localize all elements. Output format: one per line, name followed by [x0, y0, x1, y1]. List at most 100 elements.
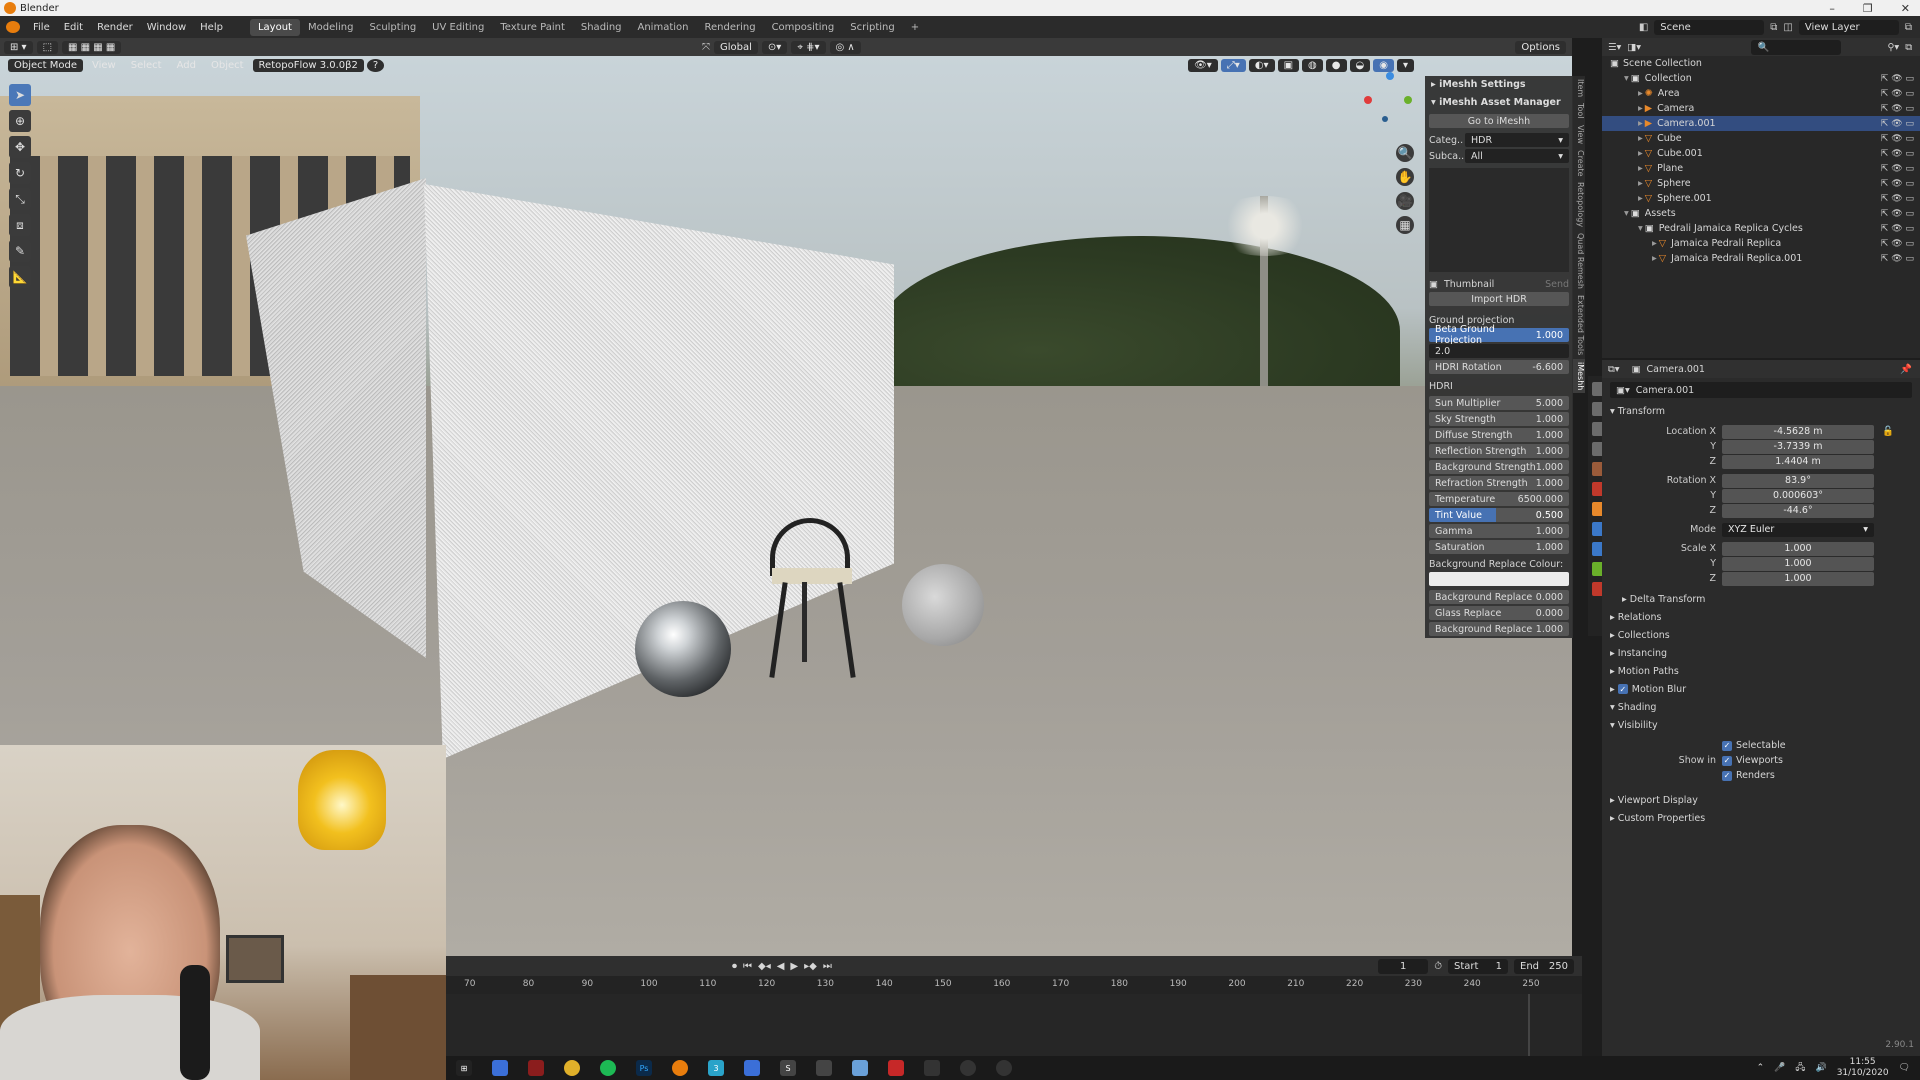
- shading-material-icon[interactable]: ◒: [1349, 58, 1371, 72]
- shading-solid-icon[interactable]: ●: [1325, 58, 1347, 72]
- outliner-row[interactable]: ▾ ▣ Pedrali Jamaica Replica Cycles ⇱ 👁 ▭: [1602, 221, 1920, 236]
- menu-render[interactable]: Render: [90, 22, 140, 33]
- app-icon-10[interactable]: [960, 1060, 976, 1076]
- expand-toggle-icon[interactable]: ▸: [1652, 238, 1657, 249]
- menu-help[interactable]: Help: [193, 22, 230, 33]
- tab-view[interactable]: View: [1573, 122, 1585, 147]
- visibility-toggles[interactable]: ⇱ 👁 ▭: [1881, 104, 1914, 114]
- shading-wire-icon[interactable]: ◍: [1302, 58, 1323, 72]
- prev-keyframe-icon[interactable]: ◆◂: [758, 961, 771, 972]
- spotify-icon[interactable]: [600, 1060, 616, 1076]
- scale-y-field[interactable]: 1.000: [1722, 556, 1874, 571]
- app-icon-8[interactable]: [888, 1060, 904, 1076]
- timeline-track-area[interactable]: [446, 994, 1582, 1056]
- go-to-imeshh-button[interactable]: Go to iMeshh: [1429, 114, 1569, 128]
- expand-toggle-icon[interactable]: ▸: [1638, 88, 1643, 99]
- expand-toggle-icon[interactable]: ▾: [1624, 73, 1629, 84]
- tab-item[interactable]: Item: [1573, 76, 1585, 100]
- lock-icon[interactable]: 🔓: [1882, 426, 1894, 437]
- blender-taskbar-icon[interactable]: [672, 1060, 688, 1076]
- scale-z-field[interactable]: 1.000: [1722, 571, 1874, 586]
- motion-paths-section[interactable]: ▸ Motion Paths: [1602, 662, 1920, 680]
- menu-window[interactable]: Window: [140, 22, 193, 33]
- location-x-field[interactable]: -4.5628 m: [1722, 424, 1874, 439]
- photoshop-icon[interactable]: Ps: [636, 1060, 652, 1076]
- close-button[interactable]: ✕: [1901, 2, 1910, 15]
- expand-toggle-icon[interactable]: ▸: [1638, 163, 1643, 174]
- workspace-tab-texture-paint[interactable]: Texture Paint: [492, 19, 573, 36]
- properties-editor-icon[interactable]: ⧉▾: [1608, 364, 1620, 375]
- workspace-tab-animation[interactable]: Animation: [630, 19, 697, 36]
- workspace-tab-scripting[interactable]: Scripting: [842, 19, 902, 36]
- menu-edit[interactable]: Edit: [57, 22, 90, 33]
- expand-toggle-icon[interactable]: ▾: [1624, 208, 1629, 219]
- transform-section-header[interactable]: ▾ Transform: [1602, 402, 1920, 420]
- visibility-toggles[interactable]: ⇱ 👁 ▭: [1881, 194, 1914, 204]
- shading-options-icon[interactable]: ▾: [1396, 58, 1414, 72]
- pan-hand-icon[interactable]: ✋: [1396, 168, 1414, 186]
- visibility-toggles[interactable]: ⇱ 👁 ▭: [1881, 179, 1914, 189]
- visibility-toggles[interactable]: ⇱ 👁 ▭: [1881, 134, 1914, 144]
- tab-imeshh[interactable]: iMeshh: [1573, 358, 1585, 393]
- app-icon-1[interactable]: [492, 1060, 508, 1076]
- outliner-row[interactable]: ▾ ▣ Collection ⇱ 👁 ▭: [1602, 71, 1920, 86]
- select-menu[interactable]: Select: [125, 59, 168, 72]
- hdri-field-tint-value[interactable]: Tint Value 0.500: [1429, 508, 1569, 522]
- outliner-row[interactable]: ▸ ▽ Sphere ⇱ 👁 ▭: [1602, 176, 1920, 191]
- object-mode-dropdown[interactable]: Object Mode: [8, 58, 83, 72]
- hdri-field-background-strength[interactable]: Background Strength 1.000: [1429, 460, 1569, 474]
- app-icon-6[interactable]: [816, 1060, 832, 1076]
- workspace-tab-shading[interactable]: Shading: [573, 19, 630, 36]
- move-tool-icon[interactable]: ✥: [9, 136, 31, 158]
- outliner-row[interactable]: ▾ ▣ Assets ⇱ 👁 ▭: [1602, 206, 1920, 221]
- app-icon-9[interactable]: [924, 1060, 940, 1076]
- display-mode-icon[interactable]: ◨▾: [1627, 42, 1641, 53]
- chrome-icon[interactable]: [564, 1060, 580, 1076]
- shading-rendered-icon[interactable]: ◉: [1373, 58, 1394, 72]
- location-y-field[interactable]: -3.7339 m: [1722, 439, 1874, 454]
- imeshh-settings-header[interactable]: ▸ iMeshh Settings: [1425, 76, 1573, 92]
- visibility-toggles[interactable]: ⇱ 👁 ▭: [1881, 74, 1914, 84]
- replace-field-2[interactable]: Background Replace 1.000: [1429, 622, 1569, 636]
- object-menu[interactable]: Object: [205, 59, 250, 72]
- menu-file[interactable]: File: [26, 22, 57, 33]
- help-icon[interactable]: ?: [366, 58, 385, 72]
- outliner-row[interactable]: ▸ ✺ Area ⇱ 👁 ▭: [1602, 86, 1920, 101]
- next-keyframe-icon[interactable]: ▸◆: [804, 961, 817, 972]
- snap-icon[interactable]: ⌖ ⋕▾: [791, 40, 826, 54]
- preview-range-icon[interactable]: ⏱: [1434, 961, 1442, 972]
- hdri-field-sun-multiplier[interactable]: Sun Multiplier 5.000: [1429, 396, 1569, 410]
- outliner-row[interactable]: ▸ ▽ Plane ⇱ 👁 ▭: [1602, 161, 1920, 176]
- end-frame-field[interactable]: End 250: [1514, 958, 1574, 974]
- outliner-row[interactable]: ▸ ▽ Jamaica Pedrali Replica ⇱ 👁 ▭: [1602, 236, 1920, 251]
- visibility-section[interactable]: ▾ Visibility: [1602, 716, 1920, 734]
- workspace-tab-uv-editing[interactable]: UV Editing: [424, 19, 492, 36]
- view-menu[interactable]: View: [86, 59, 122, 72]
- expand-toggle-icon[interactable]: ▸: [1638, 193, 1643, 204]
- select-box-tool-icon[interactable]: ⬚: [36, 40, 59, 54]
- workspace-tab-layout[interactable]: Layout: [249, 18, 300, 36]
- pin-icon[interactable]: 📌: [1900, 364, 1920, 375]
- scale-tool-icon[interactable]: ⤡: [9, 188, 31, 210]
- volume-icon[interactable]: 🔊: [1815, 1063, 1826, 1073]
- app-icon-3[interactable]: 3: [708, 1060, 724, 1076]
- visibility-toggles[interactable]: ⇱ 👁 ▭: [1881, 239, 1914, 249]
- current-frame-field[interactable]: 1: [1378, 958, 1429, 974]
- location-z-field[interactable]: 1.4404 m: [1722, 454, 1874, 469]
- replace-field-0[interactable]: Background Replace 0.000: [1429, 590, 1569, 604]
- pivot-icon[interactable]: ⊙▾: [761, 40, 788, 54]
- visibility-icon[interactable]: 👁▾: [1188, 58, 1218, 72]
- editor-type-button[interactable]: ⊞ ▾: [4, 40, 33, 54]
- relations-section[interactable]: ▸ Relations: [1602, 608, 1920, 626]
- tab-retopology[interactable]: Retopology: [1573, 179, 1585, 230]
- network-icon[interactable]: 🖧: [1795, 1060, 1805, 1076]
- xray-icon[interactable]: ▣: [1277, 58, 1300, 72]
- hdri-field-refraction-strength[interactable]: Refraction Strength 1.000: [1429, 476, 1569, 490]
- rotation-z-field[interactable]: -44.6°: [1722, 503, 1874, 518]
- tab-create[interactable]: Create: [1573, 147, 1585, 180]
- motion-blur-section[interactable]: ▸ ✓ Motion Blur: [1602, 680, 1920, 698]
- delta-transform-header[interactable]: ▸ Delta Transform: [1602, 590, 1920, 608]
- object-name-field[interactable]: ▣▾ Camera.001: [1610, 382, 1912, 398]
- visibility-toggles[interactable]: ⇱ 👁 ▭: [1881, 149, 1914, 159]
- expand-toggle-icon[interactable]: ▸: [1638, 178, 1643, 189]
